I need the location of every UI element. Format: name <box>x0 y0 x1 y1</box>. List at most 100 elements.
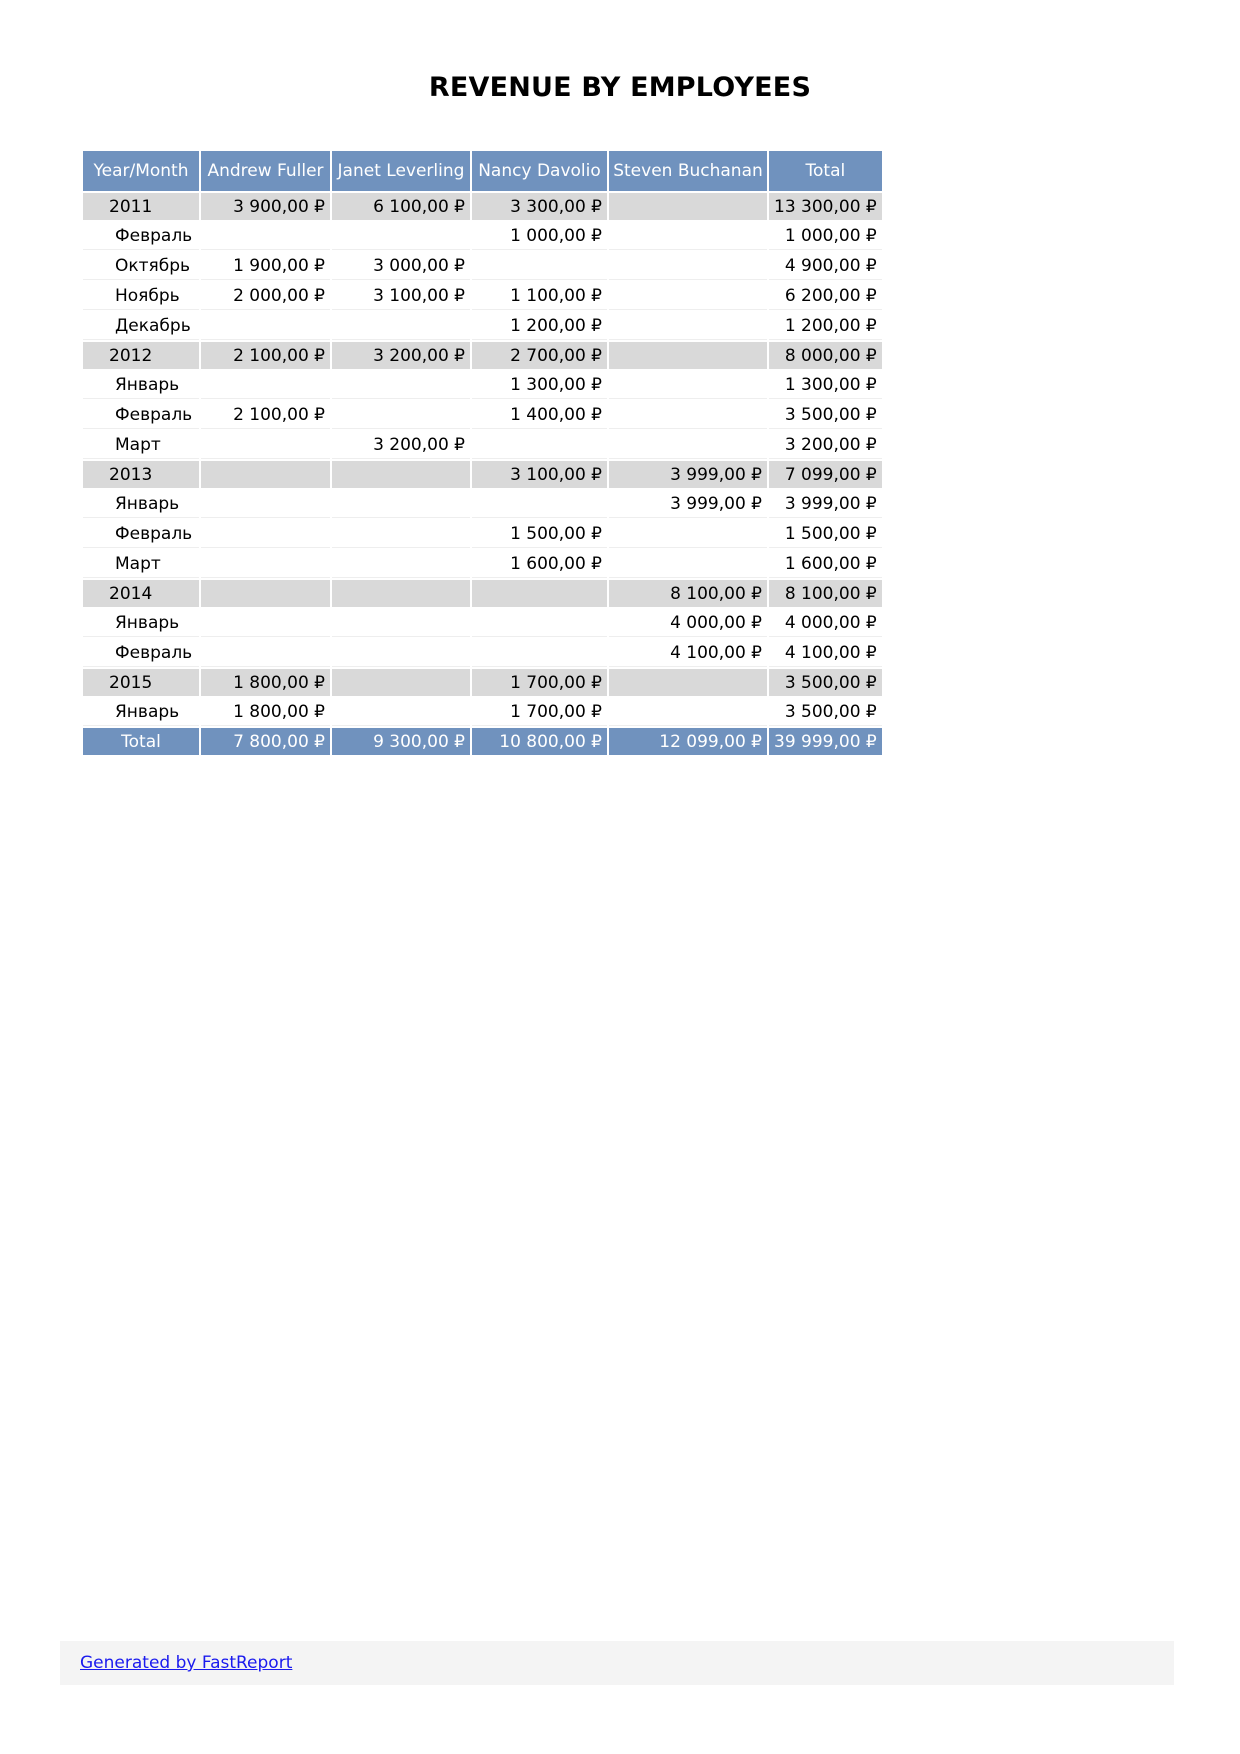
value-cell: 1 300,00 ₽ <box>769 371 882 399</box>
value-cell: 3 100,00 ₽ <box>332 282 470 310</box>
grand-total-cell: 12 099,00 ₽ <box>609 728 767 755</box>
value-cell: 3 100,00 ₽ <box>472 461 607 488</box>
value-cell: 8 000,00 ₽ <box>769 342 882 369</box>
value-cell: 2 700,00 ₽ <box>472 342 607 369</box>
year-subtotal-row: 2015 1 800,00 ₽ 1 700,00 ₽ 3 500,00 ₽ <box>83 669 882 696</box>
value-cell: 3 200,00 ₽ <box>332 342 470 369</box>
value-cell: 1 300,00 ₽ <box>472 371 607 399</box>
grand-total-row: Total 7 800,00 ₽ 9 300,00 ₽ 10 800,00 ₽ … <box>83 728 882 755</box>
grand-total-cell: 10 800,00 ₽ <box>472 728 607 755</box>
month-label: Ноябрь <box>83 282 199 310</box>
value-cell: 3 500,00 ₽ <box>769 669 882 696</box>
fastreport-link[interactable]: Generated by FastReport <box>80 1653 292 1673</box>
year-label: 2013 <box>83 461 199 488</box>
month-label: Январь <box>83 609 199 637</box>
value-cell <box>609 520 767 548</box>
value-cell <box>201 550 330 578</box>
value-cell: 7 099,00 ₽ <box>769 461 882 488</box>
month-label: Февраль <box>83 222 199 250</box>
month-row: Февраль 4 100,00 ₽4 100,00 ₽ <box>83 639 882 667</box>
value-cell: 1 500,00 ₽ <box>472 520 607 548</box>
value-cell <box>332 312 470 340</box>
column-header-andrew-fuller: Andrew Fuller <box>201 151 330 191</box>
value-cell: 3 900,00 ₽ <box>201 193 330 220</box>
value-cell <box>332 580 470 607</box>
value-cell: 3 000,00 ₽ <box>332 252 470 280</box>
value-cell: 4 000,00 ₽ <box>609 609 767 637</box>
year-label: 2012 <box>83 342 199 369</box>
table-body: 2011 3 900,00 ₽6 100,00 ₽3 300,00 ₽ 13 300… <box>83 193 882 726</box>
value-cell: 6 100,00 ₽ <box>332 193 470 220</box>
month-label: Март <box>83 550 199 578</box>
value-cell <box>472 431 607 459</box>
month-row: Январь 3 999,00 ₽3 999,00 ₽ <box>83 490 882 518</box>
value-cell: 1 000,00 ₽ <box>769 222 882 250</box>
value-cell <box>201 639 330 667</box>
value-cell <box>609 550 767 578</box>
value-cell: 8 100,00 ₽ <box>609 580 767 607</box>
month-row: Декабрь 1 200,00 ₽ 1 200,00 ₽ <box>83 312 882 340</box>
value-cell <box>201 371 330 399</box>
value-cell <box>609 669 767 696</box>
value-cell: 4 100,00 ₽ <box>769 639 882 667</box>
value-cell <box>201 520 330 548</box>
year-label: 2014 <box>83 580 199 607</box>
month-row: Февраль 1 000,00 ₽ 1 000,00 ₽ <box>83 222 882 250</box>
value-cell: 3 500,00 ₽ <box>769 698 882 726</box>
value-cell: 4 100,00 ₽ <box>609 639 767 667</box>
year-label: 2015 <box>83 669 199 696</box>
value-cell: 1 700,00 ₽ <box>472 698 607 726</box>
value-cell: 1 000,00 ₽ <box>472 222 607 250</box>
value-cell <box>332 698 470 726</box>
grand-total-cell: 9 300,00 ₽ <box>332 728 470 755</box>
value-cell <box>609 312 767 340</box>
column-header-year-month: Year/Month <box>83 151 199 191</box>
value-cell: 8 100,00 ₽ <box>769 580 882 607</box>
value-cell: 1 100,00 ₽ <box>472 282 607 310</box>
value-cell: 3 200,00 ₽ <box>332 431 470 459</box>
month-row: Январь 1 800,00 ₽ 1 700,00 ₽ 3 500,00 ₽ <box>83 698 882 726</box>
value-cell: 3 500,00 ₽ <box>769 401 882 429</box>
month-row: Январь 1 300,00 ₽ 1 300,00 ₽ <box>83 371 882 399</box>
value-cell: 1 200,00 ₽ <box>769 312 882 340</box>
month-label: Январь <box>83 490 199 518</box>
grand-total-cell: 39 999,00 ₽ <box>769 728 882 755</box>
value-cell <box>609 252 767 280</box>
month-row: Март 1 600,00 ₽ 1 600,00 ₽ <box>83 550 882 578</box>
value-cell: 1 600,00 ₽ <box>769 550 882 578</box>
value-cell: 3 200,00 ₽ <box>769 431 882 459</box>
value-cell <box>332 609 470 637</box>
value-cell: 13 300,00 ₽ <box>769 193 882 220</box>
month-row: Январь 4 000,00 ₽4 000,00 ₽ <box>83 609 882 637</box>
year-label: 2011 <box>83 193 199 220</box>
value-cell: 2 000,00 ₽ <box>201 282 330 310</box>
month-label: Февраль <box>83 401 199 429</box>
month-row: Ноябрь 2 000,00 ₽3 100,00 ₽1 100,00 ₽ 6 20… <box>83 282 882 310</box>
column-header-steven-buchanan: Steven Buchanan <box>609 151 767 191</box>
report-title: REVENUE BY EMPLOYEES <box>428 72 812 103</box>
column-header-total: Total <box>769 151 882 191</box>
value-cell <box>609 282 767 310</box>
value-cell: 3 300,00 ₽ <box>472 193 607 220</box>
value-cell <box>472 580 607 607</box>
month-label: Февраль <box>83 639 199 667</box>
value-cell <box>609 698 767 726</box>
month-label: Октябрь <box>83 252 199 280</box>
month-label: Декабрь <box>83 312 199 340</box>
value-cell <box>201 312 330 340</box>
value-cell: 3 999,00 ₽ <box>769 490 882 518</box>
value-cell <box>609 401 767 429</box>
table-header-row: Year/Month Andrew Fuller Janet Leverling… <box>83 151 882 191</box>
value-cell <box>609 193 767 220</box>
value-cell: 1 500,00 ₽ <box>769 520 882 548</box>
column-header-nancy-davolio: Nancy Davolio <box>472 151 607 191</box>
value-cell: 1 700,00 ₽ <box>472 669 607 696</box>
value-cell <box>472 639 607 667</box>
column-header-janet-leverling: Janet Leverling <box>332 151 470 191</box>
year-subtotal-row: 2014 8 100,00 ₽8 100,00 ₽ <box>83 580 882 607</box>
value-cell: 1 600,00 ₽ <box>472 550 607 578</box>
year-subtotal-row: 2011 3 900,00 ₽6 100,00 ₽3 300,00 ₽ 13 300… <box>83 193 882 220</box>
value-cell <box>201 609 330 637</box>
grand-total-label: Total <box>83 728 199 755</box>
month-label: Март <box>83 431 199 459</box>
